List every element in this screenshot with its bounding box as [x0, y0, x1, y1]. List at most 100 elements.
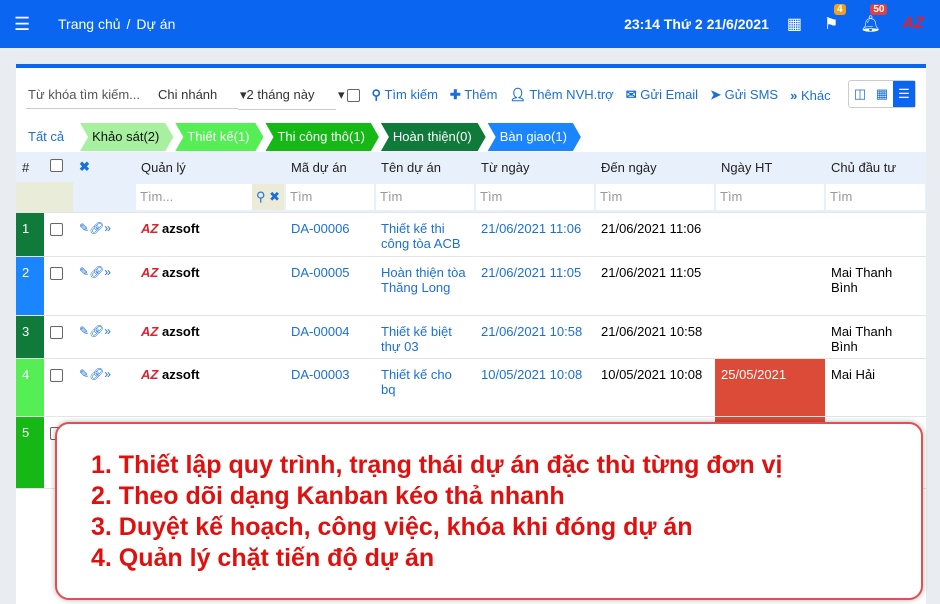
link-icon[interactable]: 🔗︎	[89, 221, 104, 235]
filter-code: Tìm	[285, 182, 375, 213]
filter-manager-input[interactable]: Tìm...	[140, 184, 173, 210]
row-from: 21/06/2021 11:06	[475, 212, 595, 257]
row-code[interactable]: DA-00004	[285, 315, 375, 359]
expand-icon[interactable]: »	[104, 265, 111, 279]
expand-icon[interactable]: »	[104, 367, 111, 381]
row-name[interactable]: Thiết kế cho bq	[375, 358, 475, 417]
breadcrumb-home[interactable]: Trang chủ	[58, 16, 121, 32]
filter-search-clear-icon[interactable]: ⚲ ✖	[251, 184, 284, 210]
table-row[interactable]: 4 ✎🔗︎» AZ azsoft DA-00003 Thiết kế cho b…	[16, 358, 926, 417]
stage-tab[interactable]: Thiết kế(1)	[175, 123, 263, 151]
breadcrumb: Trang chủ / Dự án	[58, 16, 181, 32]
stage-tab[interactable]: Hoàn thiện(0)	[381, 123, 486, 151]
add-helper-button[interactable]: 👤︎ Thêm NVH.trợ	[509, 87, 613, 103]
link-icon[interactable]: 🔗︎	[89, 265, 104, 279]
row-name[interactable]: Hoàn thiện tòa Thăng Long	[375, 256, 475, 316]
filter-checkbox[interactable]	[346, 88, 360, 102]
expand-icon[interactable]: »	[104, 324, 111, 338]
calendar-view-icon[interactable]: ▦	[871, 81, 893, 107]
row-select	[44, 315, 73, 359]
apps-grid-icon[interactable]: ▦	[787, 14, 802, 34]
edit-icon[interactable]: ✎	[79, 265, 89, 279]
bell-badge: 50	[870, 4, 888, 15]
link-icon[interactable]: 🔗︎	[89, 324, 104, 338]
filter-owner-input[interactable]: Tìm	[826, 184, 925, 210]
add-helper-label: Thêm NVH.trợ	[529, 87, 614, 102]
bell-icon[interactable]: 🔔︎ 50	[860, 4, 888, 34]
breadcrumb-current: Dự án	[136, 16, 176, 32]
col-name[interactable]: Tên dự án	[375, 152, 475, 182]
flag-badge: 4	[834, 4, 846, 15]
filter-done-input[interactable]: Tìm	[716, 184, 824, 210]
table-row[interactable]: 1 ✎🔗︎» AZ azsoft DA-00006 Thiết kế thi c…	[16, 212, 926, 257]
stage-tab[interactable]: Tất cả	[16, 123, 79, 151]
filter-name-input[interactable]: Tìm	[376, 184, 474, 210]
period-select[interactable]: ▾2 tháng này	[238, 81, 336, 110]
period-value: 2 tháng này	[246, 86, 315, 102]
col-number: #	[16, 152, 44, 182]
stage-tab[interactable]: Thi công thô(1)	[265, 123, 378, 151]
filter-from-input[interactable]: Tìm	[476, 184, 594, 210]
list-view-icon[interactable]: ☰	[893, 81, 915, 107]
filter-owner: Tìm	[825, 182, 926, 213]
filter-row: Tìm... ⚲ ✖ Tìm Tìm Tìm Tìm Tìm Tìm	[16, 182, 926, 213]
clear-icon[interactable]: ✖	[73, 152, 135, 182]
toolbar: Từ khóa tìm kiếm... Chi nhánh ▾2 tháng n…	[26, 78, 916, 112]
col-to[interactable]: Đến ngày	[595, 152, 715, 182]
plus-icon: ✚	[449, 87, 461, 102]
row-name[interactable]: Thiết kế thi công tòa ACB	[375, 212, 475, 257]
table-row[interactable]: 2 ✎🔗︎» AZ azsoft DA-00005 Hoàn thiện tòa…	[16, 256, 926, 316]
stage-tab[interactable]: Khảo sát(2)	[80, 123, 173, 151]
row-checkbox[interactable]	[50, 369, 63, 382]
filter-to-input[interactable]: Tìm	[596, 184, 714, 210]
stage-filter: Tất cả Khảo sát(2) Thiết kế(1) Thi công thô…	[16, 122, 583, 152]
edit-icon[interactable]: ✎	[79, 367, 89, 381]
row-select	[44, 358, 73, 417]
select-all-checkbox[interactable]	[50, 159, 63, 172]
col-from[interactable]: Từ ngày	[475, 152, 595, 182]
hamburger-menu-icon[interactable]: ☰	[14, 14, 44, 35]
stage-tab[interactable]: Bàn giao(1)	[488, 123, 581, 151]
edit-icon[interactable]: ✎	[79, 221, 89, 235]
azsoft-logo: AZ azsoft	[141, 221, 200, 236]
row-checkbox[interactable]	[50, 326, 63, 339]
row-manager: AZ azsoft	[135, 212, 285, 257]
filter-code-input[interactable]: Tìm	[286, 184, 374, 210]
sms-button[interactable]: ➤ Gửi SMS	[710, 87, 778, 103]
row-code[interactable]: DA-00006	[285, 212, 375, 257]
row-name[interactable]: Thiết kế biệt thự 03	[375, 315, 475, 359]
add-button[interactable]: ✚ Thêm	[450, 87, 498, 103]
col-done[interactable]: Ngày HT	[715, 152, 825, 182]
col-owner[interactable]: Chủ đầu tư	[825, 152, 926, 182]
email-button[interactable]: ✉ Gửi Email	[626, 87, 698, 103]
row-checkbox[interactable]	[50, 267, 63, 280]
col-manager[interactable]: Quản lý	[135, 152, 285, 182]
branch-select[interactable]: Chi nhánh	[154, 81, 238, 109]
link-icon[interactable]: 🔗︎	[89, 367, 104, 381]
row-owner	[825, 212, 926, 257]
col-code[interactable]: Mã dự án	[285, 152, 375, 182]
row-manager: AZ azsoft	[135, 315, 285, 359]
view-switcher: ◫ ▦ ☰	[848, 80, 916, 108]
row-from: 10/05/2021 10:08	[475, 358, 595, 417]
split-view-icon[interactable]: ◫	[849, 81, 871, 107]
azsoft-logo: AZ azsoft	[141, 324, 200, 339]
search-button[interactable]: ⚲ Tìm kiếm	[372, 87, 438, 103]
email-label: Gửi Email	[640, 87, 699, 102]
table-row[interactable]: 3 ✎🔗︎» AZ azsoft DA-00004 Thiết kế biệt …	[16, 315, 926, 359]
az-logo[interactable]: AZ	[903, 15, 924, 33]
period-arrow-icon: ▾	[338, 87, 345, 102]
row-checkbox[interactable]	[50, 223, 63, 236]
more-button[interactable]: » Khác	[790, 88, 831, 103]
search-input[interactable]: Từ khóa tìm kiếm...	[26, 81, 154, 109]
edit-icon[interactable]: ✎	[79, 324, 89, 338]
flag-icon[interactable]: ⚑ 4	[824, 4, 846, 34]
col-select-all[interactable]	[44, 152, 73, 182]
top-bar: ☰ Trang chủ / Dự án 23:14 Thứ 2 21/6/2021 …	[0, 0, 940, 48]
expand-icon[interactable]: »	[104, 221, 111, 235]
row-number: 1	[16, 212, 44, 257]
row-code[interactable]: DA-00003	[285, 358, 375, 417]
filter-blank	[44, 182, 73, 213]
row-actions: ✎🔗︎»	[73, 256, 135, 316]
row-code[interactable]: DA-00005	[285, 256, 375, 316]
